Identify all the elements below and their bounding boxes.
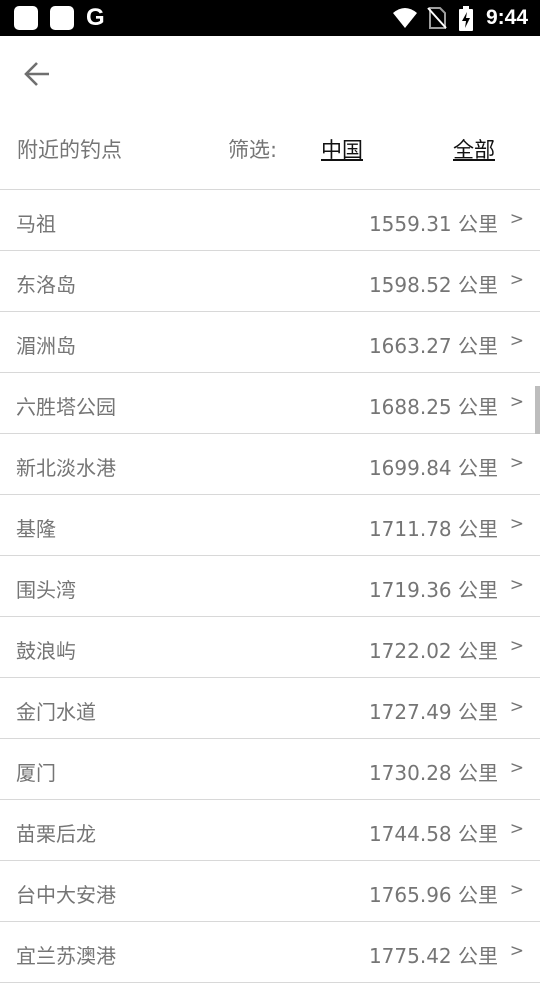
spot-distance: 1699.84 公里: [368, 456, 498, 480]
list-item[interactable]: 台中大安港 1765.96 公里 >: [0, 861, 540, 922]
filter-bar: 附近的钓点 筛选: 中国 全部: [0, 112, 540, 190]
chevron-right-icon: >: [509, 636, 524, 656]
filter-label: 筛选:: [228, 138, 278, 162]
chevron-right-icon: >: [509, 758, 524, 778]
filter-option-china[interactable]: 中国: [321, 134, 363, 164]
list-item[interactable]: 宜兰苏澳港 1775.42 公里 >: [0, 922, 540, 983]
list-item[interactable]: 苗栗后龙 1744.58 公里 >: [0, 800, 540, 861]
chevron-right-icon: >: [509, 514, 524, 534]
spot-name: 东洛岛: [16, 273, 76, 297]
spot-name: 六胜塔公园: [16, 395, 116, 419]
chevron-right-icon: >: [509, 453, 524, 473]
spot-name: 鼓浪屿: [16, 639, 76, 663]
spot-name: 围头湾: [16, 578, 76, 602]
wifi-icon: [393, 8, 417, 28]
spot-distance: 1775.42 公里: [368, 944, 498, 968]
notification-square-icon: [50, 6, 74, 30]
list-item[interactable]: 马祖 1559.31 公里 >: [0, 190, 540, 251]
fishing-spot-list: 马祖 1559.31 公里 > 东洛岛 1598.52 公里 > 湄洲岛 166…: [0, 190, 540, 983]
chevron-right-icon: >: [509, 819, 524, 839]
status-bar: G 9:44: [0, 0, 540, 36]
google-g-icon: G: [86, 4, 105, 31]
battery-charging-icon: [459, 6, 473, 31]
chevron-right-icon: >: [509, 880, 524, 900]
chevron-right-icon: >: [509, 270, 524, 290]
list-item[interactable]: 新北淡水港 1699.84 公里 >: [0, 434, 540, 495]
list-item[interactable]: 围头湾 1719.36 公里 >: [0, 556, 540, 617]
spot-distance: 1711.78 公里: [368, 517, 498, 541]
spot-distance: 1598.52 公里: [368, 273, 498, 297]
spot-name: 宜兰苏澳港: [16, 944, 116, 968]
spot-name: 金门水道: [16, 700, 96, 724]
chevron-right-icon: >: [509, 575, 524, 595]
spot-distance: 1688.25 公里: [368, 395, 498, 419]
spot-name: 新北淡水港: [16, 456, 116, 480]
chevron-right-icon: >: [509, 697, 524, 717]
spot-distance: 1559.31 公里: [368, 212, 498, 236]
spot-distance: 1727.49 公里: [368, 700, 498, 724]
list-item[interactable]: 基隆 1711.78 公里 >: [0, 495, 540, 556]
chevron-right-icon: >: [509, 331, 524, 351]
filter-option-all[interactable]: 全部: [453, 134, 495, 164]
list-item[interactable]: 厦门 1730.28 公里 >: [0, 739, 540, 800]
no-sim-icon: [427, 7, 447, 29]
top-app-bar: [0, 36, 540, 112]
spot-distance: 1719.36 公里: [368, 578, 498, 602]
chevron-right-icon: >: [509, 392, 524, 412]
list-item[interactable]: 六胜塔公园 1688.25 公里 >: [0, 373, 540, 434]
chevron-right-icon: >: [509, 941, 524, 961]
back-button[interactable]: [18, 56, 58, 96]
spot-name: 台中大安港: [16, 883, 116, 907]
spot-distance: 1663.27 公里: [368, 334, 498, 358]
spot-distance: 1765.96 公里: [368, 883, 498, 907]
list-item[interactable]: 鼓浪屿 1722.02 公里 >: [0, 617, 540, 678]
arrow-left-icon: [24, 62, 49, 86]
chevron-right-icon: >: [509, 209, 524, 229]
list-item[interactable]: 湄洲岛 1663.27 公里 >: [0, 312, 540, 373]
list-item[interactable]: 东洛岛 1598.52 公里 >: [0, 251, 540, 312]
section-title: 附近的钓点: [17, 138, 122, 162]
spot-name: 基隆: [16, 517, 56, 541]
scrollbar-thumb[interactable]: [535, 386, 540, 434]
spot-name: 马祖: [16, 212, 56, 236]
status-time: 9:44: [485, 6, 528, 29]
spot-name: 苗栗后龙: [16, 822, 96, 846]
spot-name: 湄洲岛: [16, 334, 76, 358]
spot-name: 厦门: [16, 761, 56, 785]
notification-square-icon: [14, 6, 38, 30]
list-item[interactable]: 金门水道 1727.49 公里 >: [0, 678, 540, 739]
spot-distance: 1730.28 公里: [368, 761, 498, 785]
spot-distance: 1744.58 公里: [368, 822, 498, 846]
spot-distance: 1722.02 公里: [368, 639, 498, 663]
